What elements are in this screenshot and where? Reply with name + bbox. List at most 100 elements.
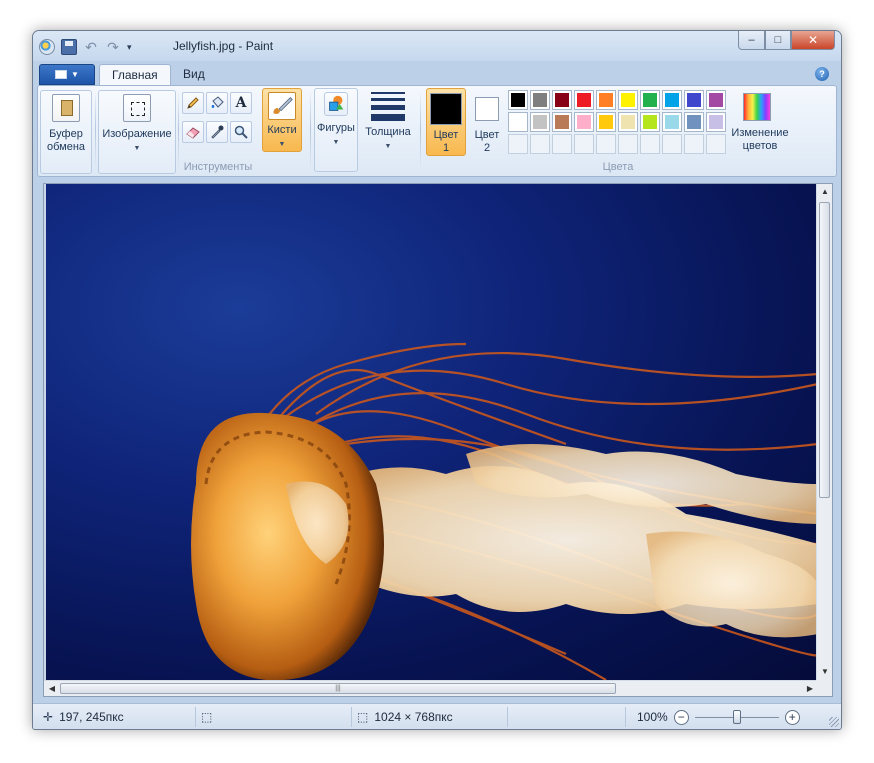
palette-color-swatch[interactable] — [596, 112, 616, 132]
cursor-position-text: 197, 245пкс — [59, 710, 124, 724]
status-divider — [195, 707, 196, 727]
palette-color-swatch[interactable] — [508, 90, 528, 110]
zoom-out-button[interactable]: − — [673, 709, 689, 725]
palette-color-fill — [709, 93, 723, 107]
palette-color-fill — [643, 115, 657, 129]
paint-menu-button[interactable]: ▼ — [39, 64, 95, 85]
paint-app-icon[interactable] — [39, 39, 55, 55]
palette-color-swatch[interactable] — [640, 112, 660, 132]
tab-home[interactable]: Главная — [99, 64, 171, 86]
palette-color-swatch[interactable] — [662, 112, 682, 132]
palette-empty-swatch[interactable] — [596, 134, 616, 154]
scroll-down-icon[interactable]: ▼ — [817, 664, 833, 680]
palette-color-swatch[interactable] — [552, 90, 572, 110]
selection-size-icon: ⬚ — [201, 710, 213, 724]
thickness-button[interactable]: Толщина ▼ — [362, 88, 414, 152]
minimize-button[interactable]: – — [738, 31, 765, 50]
palette-empty-swatch[interactable] — [530, 134, 550, 154]
image-size: ⬚ 1024 × 768пкс — [357, 708, 453, 726]
palette-color-fill — [533, 93, 547, 107]
customize-dropdown-icon[interactable]: ▾ — [127, 42, 132, 53]
palette-empty-swatch[interactable] — [662, 134, 682, 154]
paint-window: ↶ ↷ ▾ Jellyfish.jpg - Paint – □ ✕ ▼ Глав… — [32, 30, 842, 730]
redo-icon[interactable]: ↷ — [105, 39, 121, 55]
palette-color-fill — [709, 115, 723, 129]
palette-color-swatch[interactable] — [662, 90, 682, 110]
palette-empty-swatch[interactable] — [552, 134, 572, 154]
colors-group-label: Цвета — [602, 161, 634, 173]
color1-button[interactable]: Цвет 1 — [426, 88, 466, 156]
palette-color-swatch[interactable] — [530, 90, 550, 110]
eraser-icon[interactable] — [182, 121, 204, 143]
save-icon[interactable] — [61, 39, 77, 55]
palette-empty-swatch[interactable] — [574, 134, 594, 154]
tools-grid: A — [182, 92, 252, 143]
close-button[interactable]: ✕ — [791, 31, 835, 50]
shapes-label: Фигуры — [317, 122, 355, 134]
palette-color-swatch[interactable] — [574, 90, 594, 110]
palette-color-swatch[interactable] — [706, 112, 726, 132]
status-divider — [507, 707, 508, 727]
status-divider — [351, 707, 352, 727]
color-palette — [508, 90, 726, 154]
select-icon — [123, 94, 151, 122]
text-icon[interactable]: A — [230, 92, 252, 114]
vertical-scrollbar[interactable]: ▲ ▼ — [816, 184, 832, 680]
palette-color-fill — [621, 115, 635, 129]
palette-color-fill — [687, 93, 701, 107]
chevron-down-icon: ▼ — [278, 141, 286, 148]
image-button[interactable]: Изображение ▼ — [98, 90, 176, 174]
color2-button[interactable]: Цвет 2 — [470, 88, 504, 156]
palette-empty-swatch[interactable] — [684, 134, 704, 154]
zoom-slider-thumb[interactable] — [732, 710, 741, 724]
scroll-up-icon[interactable]: ▲ — [817, 184, 833, 200]
status-divider — [625, 707, 626, 727]
palette-color-swatch[interactable] — [640, 90, 660, 110]
ribbon-panel: Буфер обмена Изображение ▼ A Инструменты… — [37, 85, 837, 177]
palette-empty-swatch[interactable] — [706, 134, 726, 154]
palette-color-swatch[interactable] — [596, 90, 616, 110]
palette-color-swatch[interactable] — [508, 112, 528, 132]
move-cursor-icon: ✛ — [43, 710, 54, 724]
tab-view[interactable]: Вид — [171, 64, 217, 86]
palette-color-swatch[interactable] — [684, 90, 704, 110]
color1-swatch — [430, 93, 462, 125]
clipboard-button[interactable]: Буфер обмена — [40, 90, 92, 174]
undo-icon[interactable]: ↶ — [83, 39, 99, 55]
zoom-slider[interactable] — [694, 710, 779, 724]
help-icon[interactable]: ? — [815, 67, 829, 81]
palette-color-swatch[interactable] — [574, 112, 594, 132]
palette-empty-swatch[interactable] — [508, 134, 528, 154]
palette-empty-swatch[interactable] — [618, 134, 638, 154]
horizontal-scroll-thumb[interactable]: ||| — [60, 683, 616, 694]
fill-icon[interactable] — [206, 92, 228, 114]
palette-color-fill — [555, 115, 569, 129]
resize-grip-icon[interactable] — [829, 717, 839, 727]
palette-color-swatch[interactable] — [552, 112, 572, 132]
shapes-button[interactable]: Фигуры ▼ — [314, 88, 358, 172]
palette-empty-swatch[interactable] — [640, 134, 660, 154]
palette-color-swatch[interactable] — [706, 90, 726, 110]
edit-colors-button[interactable]: Изменение цветов — [728, 88, 792, 158]
jellyfish-image[interactable] — [46, 184, 818, 680]
horizontal-scrollbar[interactable]: ◀ ||| ▶ — [44, 680, 818, 696]
color-picker-icon[interactable] — [206, 121, 228, 143]
brushes-button[interactable]: Кисти ▼ — [262, 88, 302, 152]
image-label: Изображение — [102, 128, 172, 140]
palette-color-swatch[interactable] — [530, 112, 550, 132]
vertical-scroll-thumb[interactable] — [819, 202, 830, 498]
palette-color-swatch[interactable] — [618, 90, 638, 110]
scroll-left-icon[interactable]: ◀ — [44, 681, 60, 697]
zoom-in-button[interactable]: + — [784, 709, 800, 725]
pencil-icon[interactable] — [182, 92, 204, 114]
separator — [95, 90, 96, 170]
palette-color-fill — [665, 93, 679, 107]
window-title: Jellyfish.jpg - Paint — [173, 39, 274, 53]
edit-colors-icon-wrap — [729, 89, 791, 127]
palette-color-swatch[interactable] — [618, 112, 638, 132]
color1-label-1: Цвет — [433, 129, 459, 141]
palette-color-swatch[interactable] — [684, 112, 704, 132]
status-bar: ✛ 197, 245пкс ⬚ ⬚ 1024 × 768пкс 100% − + — [33, 703, 841, 729]
magnifier-icon[interactable] — [230, 121, 252, 143]
maximize-button[interactable]: □ — [765, 31, 791, 50]
